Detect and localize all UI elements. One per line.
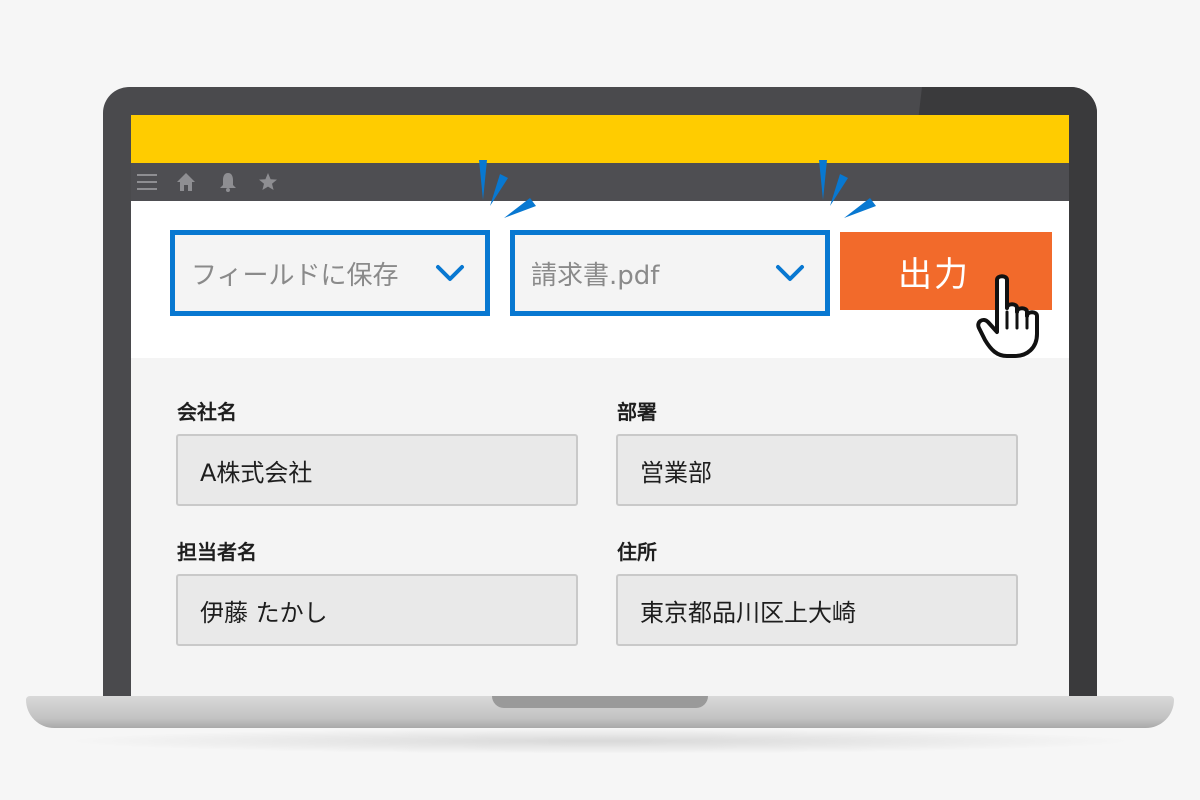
chevron-down-icon [436, 265, 464, 281]
save-to-field-dropdown[interactable]: フィールドに保存 [170, 230, 490, 316]
address-field[interactable]: 東京都品川区上大崎 [616, 574, 1018, 646]
company-name-field[interactable]: A株式会社 [176, 434, 578, 506]
save-to-field-dropdown-label: フィールドに保存 [191, 260, 399, 291]
file-select-dropdown-label: 請求書.pdf [531, 260, 660, 291]
hand-pointer-icon [976, 274, 1039, 358]
nav-bar [131, 163, 1069, 201]
address-label: 住所 [617, 540, 657, 564]
company-name-label: 会社名 [177, 400, 237, 424]
star-icon[interactable] [255, 169, 281, 195]
contact-name-label: 担当者名 [177, 540, 257, 564]
department-label: 部署 [617, 400, 657, 424]
department-field[interactable]: 営業部 [616, 434, 1018, 506]
home-icon[interactable] [173, 169, 199, 195]
contact-name-field[interactable]: 伊藤 たかし [176, 574, 578, 646]
laptop-shadow [60, 728, 1140, 754]
app-screen: フィールドに保存 請求書.pdf 出力 会社名 A株式会社 部署 営業部 担当者… [131, 115, 1069, 715]
highlight-sparkle-icon [479, 160, 536, 218]
app-header-bar [131, 115, 1069, 163]
bell-icon[interactable] [215, 169, 241, 195]
export-button-label: 出力 [898, 254, 970, 295]
chevron-down-icon [776, 265, 804, 281]
file-select-dropdown[interactable]: 請求書.pdf [510, 230, 830, 316]
menu-icon[interactable] [134, 169, 160, 195]
laptop-notch [492, 696, 708, 708]
highlight-sparkle-icon [819, 160, 876, 218]
